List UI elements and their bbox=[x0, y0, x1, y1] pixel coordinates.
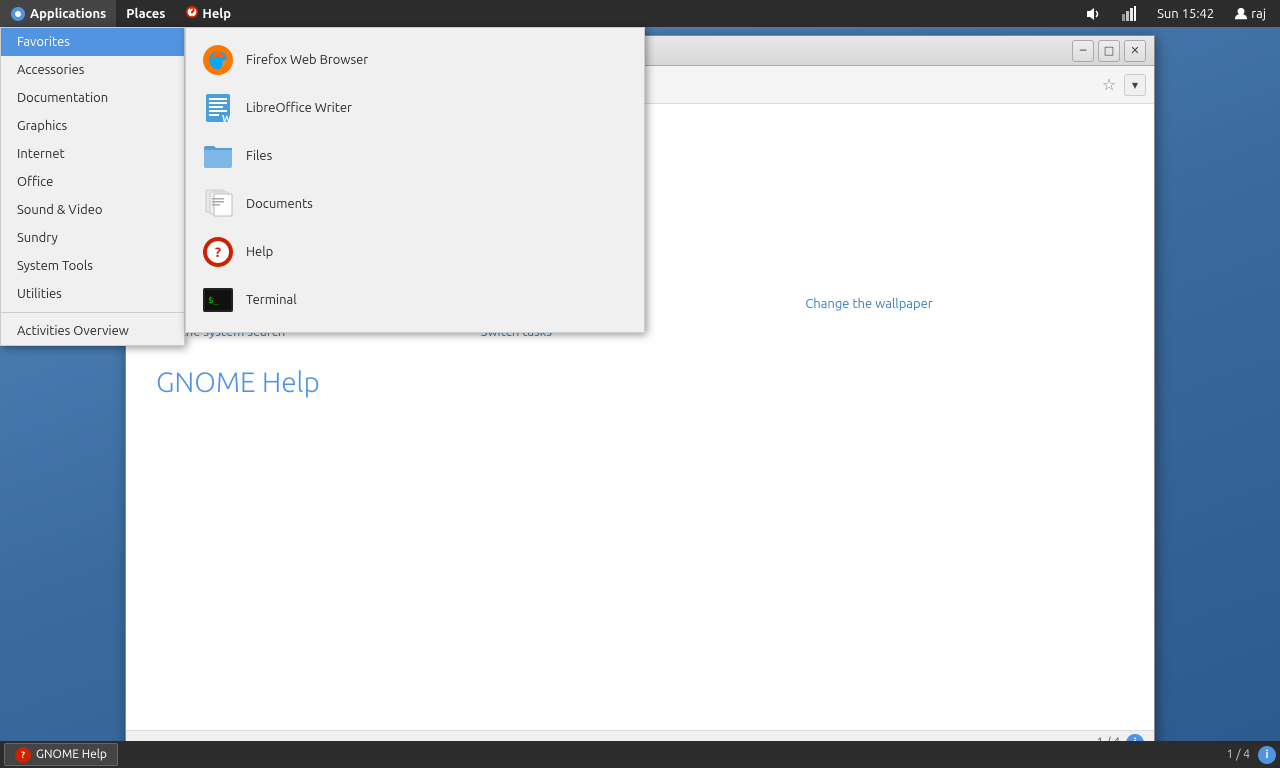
top-panel: Applications Places Help Sun 15:42 raj bbox=[0, 0, 1280, 27]
fav-item-terminal[interactable]: $_ Terminal bbox=[186, 276, 644, 324]
places-menu-btn[interactable]: Places bbox=[116, 0, 175, 27]
fav-label-terminal: Terminal bbox=[246, 293, 297, 307]
applications-icon bbox=[10, 6, 26, 22]
documents-icon bbox=[202, 188, 234, 220]
bookmark-star[interactable]: ☆ bbox=[1098, 74, 1120, 96]
files-icon bbox=[202, 140, 234, 172]
menu-item-sound-video[interactable]: Sound & Video bbox=[1, 196, 184, 224]
fav-label-documents: Documents bbox=[246, 197, 313, 211]
fav-item-files[interactable]: Files bbox=[186, 132, 644, 180]
fav-item-documents[interactable]: Documents bbox=[186, 180, 644, 228]
menu-item-documentation[interactable]: Documentation bbox=[1, 84, 184, 112]
taskbar-item-icon: ? bbox=[15, 747, 31, 763]
username-text: raj bbox=[1251, 7, 1266, 21]
panel-left: Applications Places Help bbox=[0, 0, 241, 27]
link-change-wallpaper[interactable]: Change the wallpaper bbox=[805, 293, 1124, 315]
terminal-icon: $_ bbox=[202, 284, 234, 316]
svg-text:?: ? bbox=[215, 244, 221, 260]
help-app-icon: ? bbox=[202, 236, 234, 268]
panel-help-icon bbox=[185, 5, 199, 22]
lowriter-icon: W bbox=[202, 92, 234, 124]
app-menu-dropdown: Favorites Accessories Documentation Grap… bbox=[0, 27, 185, 346]
applications-menu-btn[interactable]: Applications bbox=[0, 0, 116, 27]
favorites-submenu: Firefox Web Browser W LibreOffice Writer… bbox=[185, 27, 645, 333]
maximize-button[interactable]: □ bbox=[1098, 40, 1120, 62]
help-label: Help bbox=[202, 7, 231, 21]
window-controls: ─ □ ✕ bbox=[1072, 40, 1146, 62]
menu-item-accessories[interactable]: Accessories bbox=[1, 56, 184, 84]
fav-item-firefox[interactable]: Firefox Web Browser bbox=[186, 36, 644, 84]
menu-item-favorites[interactable]: Favorites bbox=[1, 28, 184, 56]
menu-item-utilities[interactable]: Utilities bbox=[1, 280, 184, 308]
datetime-display[interactable]: Sun 15:42 bbox=[1151, 0, 1220, 27]
user-menu[interactable]: raj bbox=[1228, 0, 1272, 27]
help-menu-btn[interactable]: Help bbox=[175, 0, 241, 27]
gnome-help-title: GNOME Help bbox=[156, 367, 1124, 398]
volume-control[interactable] bbox=[1079, 0, 1107, 27]
svg-text:W: W bbox=[222, 113, 232, 124]
close-button[interactable]: ✕ bbox=[1124, 40, 1146, 62]
panel-right: Sun 15:42 raj bbox=[1079, 0, 1280, 27]
fav-label-firefox: Firefox Web Browser bbox=[246, 53, 368, 67]
fav-label-files: Files bbox=[246, 149, 272, 163]
menu-item-internet[interactable]: Internet bbox=[1, 140, 184, 168]
menu-item-system-tools[interactable]: System Tools bbox=[1, 252, 184, 280]
menu-item-activities[interactable]: Activities Overview bbox=[1, 317, 184, 345]
taskbar-item-gnome-help[interactable]: ? GNOME Help bbox=[4, 743, 118, 766]
taskbar-item-label: GNOME Help bbox=[36, 748, 107, 761]
bottom-panel: ? GNOME Help 1 / 4 i bbox=[0, 741, 1280, 768]
menu-item-office[interactable]: Office bbox=[1, 168, 184, 196]
menu-separator bbox=[1, 312, 184, 313]
fav-label-help: Help bbox=[246, 245, 273, 259]
menu-item-sundry[interactable]: Sundry bbox=[1, 224, 184, 252]
minimize-button[interactable]: ─ bbox=[1072, 40, 1094, 62]
applications-label: Applications bbox=[30, 7, 106, 21]
fav-item-help[interactable]: ? Help bbox=[186, 228, 644, 276]
places-label: Places bbox=[126, 7, 165, 21]
svg-text:$_: $_ bbox=[208, 296, 219, 306]
network-control[interactable] bbox=[1115, 0, 1143, 27]
menu-item-graphics[interactable]: Graphics bbox=[1, 112, 184, 140]
taskbar-pager: 1 / 4 i bbox=[1221, 746, 1276, 764]
datetime-text: Sun 15:42 bbox=[1157, 7, 1214, 21]
firefox-icon bbox=[202, 44, 234, 76]
toolbar-dropdown[interactable]: ▾ bbox=[1124, 74, 1146, 96]
fav-label-lowriter: LibreOffice Writer bbox=[246, 101, 352, 115]
taskbar-page-indicator: 1 / 4 bbox=[1221, 748, 1256, 761]
fav-item-lowriter[interactable]: W LibreOffice Writer bbox=[186, 84, 644, 132]
taskbar-info-btn[interactable]: i bbox=[1258, 746, 1276, 764]
